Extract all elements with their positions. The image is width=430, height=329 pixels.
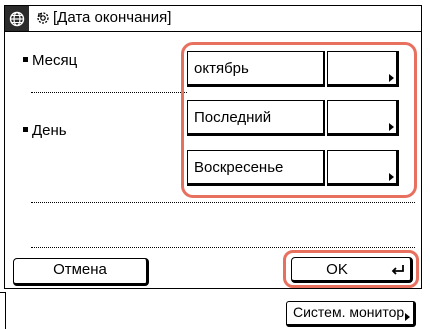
ok-button[interactable]: OK bbox=[291, 257, 413, 283]
divider bbox=[31, 92, 187, 93]
weekday-value[interactable]: Воскресенье bbox=[187, 150, 325, 186]
ok-label: OK bbox=[326, 261, 348, 278]
enter-return-icon bbox=[391, 263, 405, 281]
bullet-icon bbox=[23, 56, 28, 62]
month-label: Месяц bbox=[23, 52, 77, 70]
triangle-right-icon bbox=[389, 74, 394, 82]
triangle-right-icon bbox=[405, 313, 410, 321]
triangle-right-icon bbox=[389, 173, 394, 181]
day-label: День bbox=[23, 122, 67, 140]
globe-icon bbox=[5, 6, 29, 31]
divider bbox=[31, 247, 415, 248]
weekday-select[interactable]: Воскресенье bbox=[187, 150, 399, 186]
status-bar: Систем. монитор bbox=[0, 292, 430, 329]
cancel-button[interactable]: Отмена bbox=[13, 258, 149, 286]
status-bar-edge bbox=[0, 292, 6, 329]
month-select[interactable]: октябрь bbox=[187, 51, 399, 87]
month-value[interactable]: октябрь bbox=[187, 51, 325, 87]
triangle-right-icon bbox=[389, 123, 394, 131]
date-end-panel: [Дата окончания] Месяц День октябрь Посл… bbox=[4, 5, 422, 289]
day-value[interactable]: Последний bbox=[187, 100, 325, 136]
settings-icon bbox=[35, 10, 51, 26]
day-label-text: День bbox=[32, 122, 67, 139]
page-title: [Дата окончания] bbox=[53, 9, 172, 26]
system-monitor-button[interactable]: Систем. монитор bbox=[286, 301, 416, 327]
month-label-text: Месяц bbox=[32, 52, 78, 69]
title-bar: [Дата окончания] bbox=[5, 6, 421, 32]
month-dropdown-button[interactable] bbox=[327, 51, 399, 87]
weekday-dropdown-button[interactable] bbox=[327, 150, 399, 186]
divider bbox=[31, 202, 415, 203]
day-select[interactable]: Последний bbox=[187, 100, 399, 136]
system-monitor-label: Систем. монитор bbox=[293, 304, 405, 320]
day-dropdown-button[interactable] bbox=[327, 100, 399, 136]
bullet-icon bbox=[23, 126, 28, 132]
